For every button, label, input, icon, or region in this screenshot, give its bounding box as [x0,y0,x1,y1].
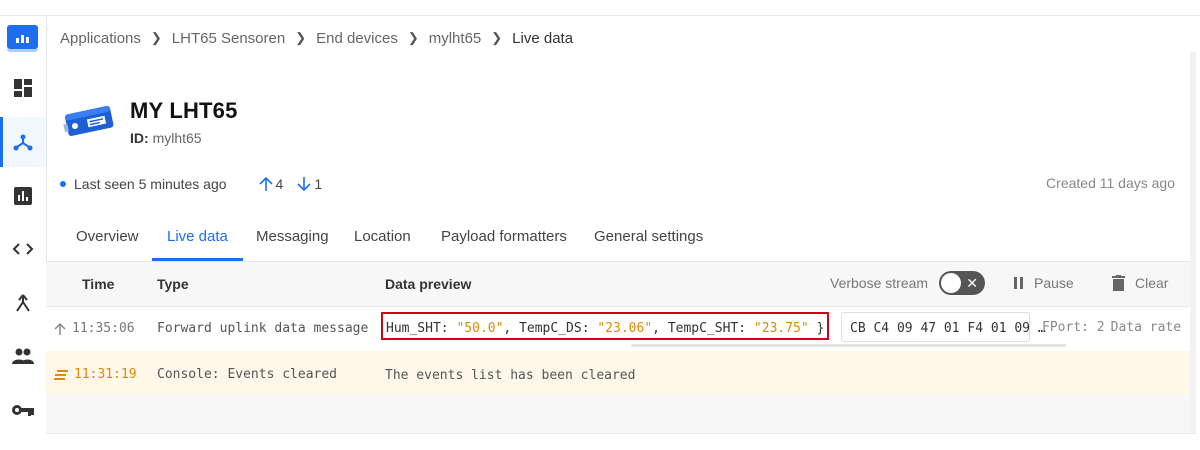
bar-chart-icon [14,187,32,205]
sidebar-item-organizations[interactable] [0,278,46,328]
column-data-preview: Data preview [385,276,472,292]
page-scrollbar[interactable] [1190,52,1196,434]
device-image-icon [63,105,114,136]
breadcrumb-device[interactable]: mylht65 [429,30,482,47]
device-id-value: mylht65 [152,130,202,146]
device-tabs: Overview Live data Messaging Location Pa… [46,224,1190,262]
event-time-value: 11:35:06 [72,321,135,336]
tab-messaging[interactable]: Messaging [256,228,329,260]
device-id-label: ID: [130,130,149,146]
sidebar-item-gateways[interactable] [0,171,46,221]
empty-table-area [46,395,1190,433]
event-message: The events list has been cleared [385,368,636,383]
event-row[interactable]: 11:31:19 Console: Events cleared The eve… [46,351,1190,395]
pause-label: Pause [1034,275,1074,291]
data-rate: Data rate [1110,320,1182,335]
clear-button[interactable]: Clear [1112,275,1168,291]
downlink-count-value: 1 [314,176,323,192]
lines-icon [54,369,68,380]
event-row[interactable]: 11:35:06 Forward uplink data message Hum… [46,307,1190,351]
breadcrumb-applications[interactable]: Applications [60,30,141,47]
console-logo-icon[interactable] [7,25,38,52]
users-icon [12,348,34,364]
column-time: Time [82,276,115,292]
column-type: Type [157,276,189,292]
sidebar-item-code[interactable] [0,224,46,274]
last-seen: Last seen 5 minutes ago [74,176,227,192]
arrow-up-icon [54,322,66,335]
code-icon [12,243,34,255]
event-type: Console: Events cleared [157,367,338,382]
close-icon: ✕ [966,275,978,291]
event-time-value: 11:31:19 [74,367,137,382]
pause-icon [1014,277,1023,289]
device-status: Last seen 5 minutes ago 4 1 [60,175,322,193]
events-table-header: Time Type Data preview Verbose stream ✕ … [46,262,1190,307]
fport: FPort: 2 [1042,320,1105,335]
arrow-up-icon [258,176,273,191]
toggle-knob [941,273,961,293]
key-icon [12,405,34,416]
dashboard-icon [14,79,32,97]
uplink-count: 4 [258,176,284,192]
breadcrumb: Applications ❯ LHT65 Sensoren ❯ End devi… [60,28,573,48]
merge-icon [16,294,30,312]
breadcrumb-end-devices[interactable]: End devices [316,30,398,47]
tab-payload-formatters[interactable]: Payload formatters [441,228,567,260]
device-title: MY LHT65 [130,98,238,123]
trash-icon [1112,275,1125,291]
pause-button[interactable]: Pause [1014,275,1074,291]
event-time: 11:35:06 [54,321,135,336]
chevron-right-icon: ❯ [407,30,419,45]
event-meta: FPort: 2 Data rate [1042,320,1181,335]
breadcrumb-current: Live data [512,29,574,47]
event-time: 11:31:19 [54,367,137,382]
tab-general-settings[interactable]: General settings [594,228,703,260]
sidebar [0,16,47,434]
device-id: ID: mylht65 [130,130,202,146]
event-type: Forward uplink data message [157,321,369,336]
uplink-count-value: 4 [275,176,284,192]
tab-live-data[interactable]: Live data [152,228,243,261]
downlink-count: 1 [297,176,322,192]
verbose-stream-label: Verbose stream [830,275,929,291]
horizontal-scrollbar[interactable] [631,344,1066,347]
decoded-payload-preview: Hum_SHT: "50.0", TempC_DS: "23.06", Temp… [386,321,825,336]
sidebar-item-applications[interactable] [0,117,46,167]
raw-payload: CB C4 09 47 01 F4 01 09 … [850,321,1046,336]
chevron-right-icon: ❯ [491,30,503,45]
tab-location[interactable]: Location [354,228,411,260]
breadcrumb-application[interactable]: LHT65 Sensoren [172,30,285,47]
sidebar-item-api-keys[interactable] [0,385,46,435]
chevron-right-icon: ❯ [295,30,307,45]
created-date: Created 11 days ago [1046,175,1175,191]
arrow-down-icon [297,177,311,192]
status-dot-icon [60,181,66,187]
clear-label: Clear [1135,275,1169,291]
chevron-right-icon: ❯ [150,30,162,45]
raw-payload-box[interactable]: CB C4 09 47 01 F4 01 09 … [841,312,1046,342]
sidebar-item-overview[interactable] [0,63,46,113]
applications-icon [13,134,33,151]
verbose-stream-toggle[interactable]: ✕ [939,271,985,295]
tab-overview[interactable]: Overview [76,228,139,260]
sidebar-item-users[interactable] [0,331,46,381]
